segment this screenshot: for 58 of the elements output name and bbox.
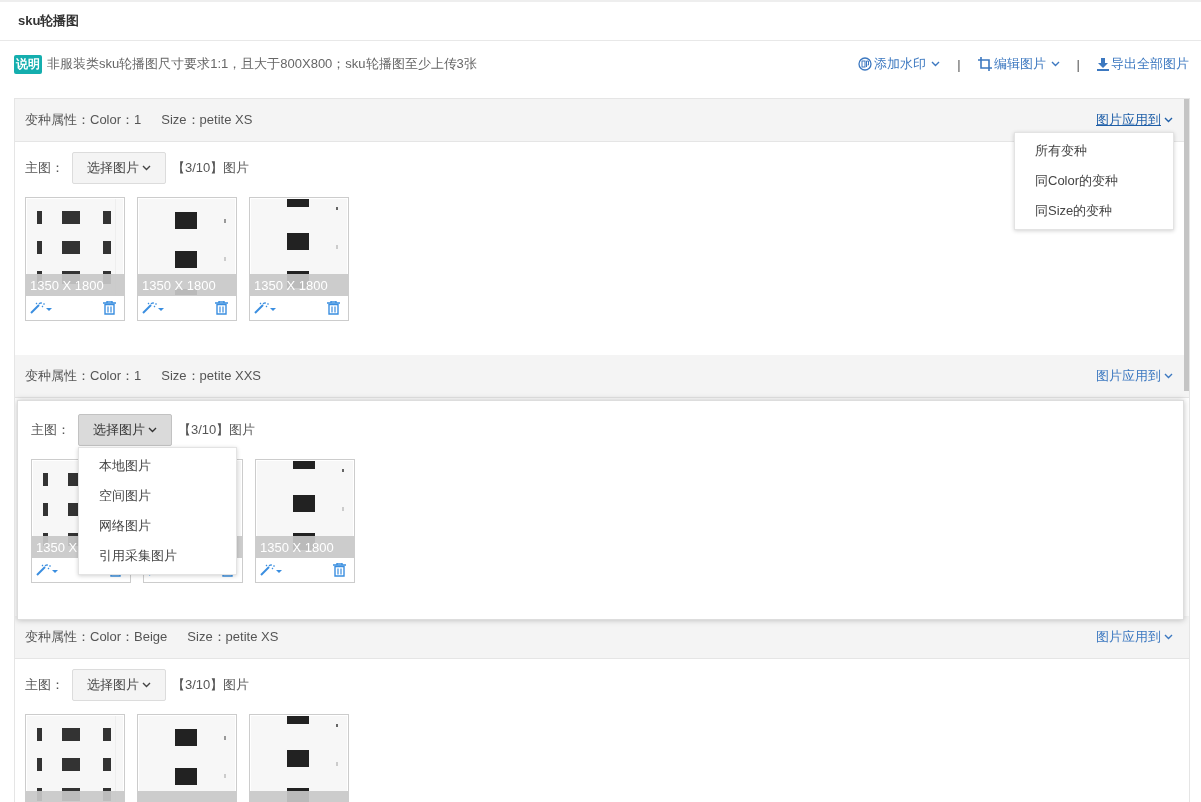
magic-wand-icon[interactable] [254,302,276,314]
chevron-down-icon [1164,634,1173,640]
attribute-label: 变种属性： [25,111,90,129]
trash-icon[interactable] [215,301,228,315]
menu-item[interactable]: 同Size的变种 [1015,196,1173,226]
trash-icon[interactable] [327,301,340,315]
chevron-down-icon [142,165,151,171]
chevron-down-icon [148,427,157,433]
notice-badge: 说明 [14,54,42,74]
separator: | [1076,56,1080,72]
magic-wand-icon[interactable] [30,302,52,314]
attribute-label: 变种属性： [25,628,90,646]
select-image-button[interactable]: 选择图片 [72,152,166,184]
toolbar-link[interactable]: 编辑图片 [977,55,1060,73]
toolbar-link[interactable]: 添加水印 [858,55,941,73]
chevron-down-icon [1164,373,1173,379]
image-size: 1350 X [36,539,78,555]
field-label: 主图： [31,421,70,439]
magic-wand-icon[interactable] [36,564,58,576]
apply-to-link[interactable]: 图片应用到 [1096,111,1173,129]
apply-to-link[interactable]: 图片应用到 [1096,367,1173,385]
separator: | [957,56,961,72]
trash-icon[interactable] [333,563,346,577]
scrollbar[interactable] [1184,99,1189,391]
crop-icon [977,57,992,71]
select-image-button[interactable]: 选择图片 [72,669,166,701]
color-attribute: Color：Beige [90,628,168,646]
chevron-down-icon [1164,117,1173,123]
attribute-label: 变种属性： [25,367,90,385]
page-title: sku轮播图 [18,12,80,30]
select-image-button[interactable]: 选择图片 [78,414,172,446]
field-label: 主图： [25,159,64,177]
menu-item[interactable]: 同Color的变种 [1015,166,1173,196]
magic-wand-icon[interactable] [260,564,282,576]
color-attribute: Color：1 [90,367,142,385]
size-attribute: Size：petite XXS [161,367,261,385]
menu-item[interactable]: 本地图片 [79,451,236,481]
menu-item[interactable]: 空间图片 [79,481,236,511]
menu-item[interactable]: 所有变种 [1015,136,1173,166]
trash-icon[interactable] [103,301,116,315]
image-count: 【3/10】图片 [178,421,256,439]
size-attribute: Size：petite XS [187,628,279,646]
menu-item[interactable]: 网络图片 [79,511,236,541]
stamp-icon [858,57,873,71]
size-attribute: Size：petite XS [161,111,253,129]
magic-wand-icon[interactable] [142,302,164,314]
chevron-down-icon [931,61,941,67]
apply-to-link[interactable]: 图片应用到 [1096,628,1173,646]
toolbar-link[interactable]: 导出全部图片 [1097,55,1189,73]
notice-text: 非服装类sku轮播图尺寸要求1:1，且大于800X800；sku轮播图至少上传3张 [47,55,477,73]
image-count: 【3/10】图片 [172,676,250,694]
image-size: 1350 X 1800 [30,277,104,293]
chevron-down-icon [1050,61,1060,67]
image-count: 【3/10】图片 [172,159,250,177]
color-attribute: Color：1 [90,111,142,129]
download-icon [1097,57,1109,71]
chevron-down-icon [142,682,151,688]
field-label: 主图： [25,676,64,694]
